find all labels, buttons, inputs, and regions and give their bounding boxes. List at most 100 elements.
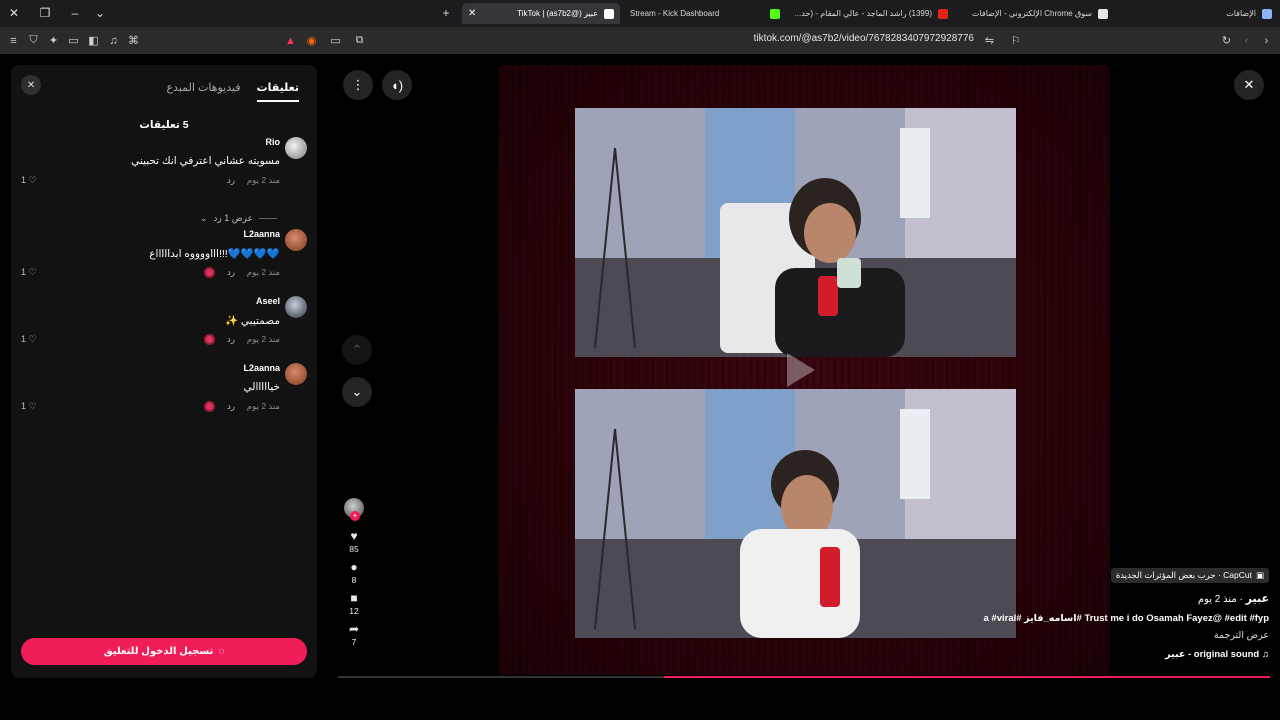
like-count[interactable]: 1 ♡ (21, 175, 37, 186)
browser-toolbar: ≡ ⛉ ✦ ▭ ◧ ♫ ⌘ ▲ ◉ ▭ ⧉ tiktok.com/@as7b2/… (0, 27, 1280, 54)
comment-username[interactable]: L2aanna (243, 363, 280, 373)
comment-bubble-icon[interactable]: ● (350, 561, 357, 574)
video-caption: Trust me i do Osamah Fayez@ #edit #fyp #… (983, 613, 1270, 624)
comment-time: منذ 2 يوم (246, 175, 280, 185)
comment-meta: منذ 2 يوم رد (204, 334, 280, 345)
puzzle-icon[interactable]: ⌘ (126, 33, 141, 48)
tab-extensions[interactable]: الإضافات (1200, 3, 1278, 24)
creator-liked-icon (204, 401, 216, 412)
reply-button[interactable]: رد (227, 401, 235, 412)
see-translation-link[interactable]: عرض الترجمة (969, 630, 1269, 641)
address-bar[interactable]: tiktok.com/@as7b2/video/7678283407972928… (754, 33, 974, 44)
comment-username[interactable]: Rio (266, 137, 281, 147)
author-name[interactable]: عبير (1246, 593, 1269, 605)
shield-icon[interactable]: ⛉ (26, 33, 41, 48)
back-icon[interactable]: ‹ (1239, 33, 1254, 48)
bookmark-icon[interactable]: ■ (350, 592, 357, 605)
heart-icon[interactable]: ♡ (29, 175, 37, 185)
close-window-icon[interactable]: ✕ (6, 5, 22, 21)
tab-tiktok[interactable]: عبير (@as7b2) | TikTok ✕ (462, 3, 620, 24)
avatar[interactable] (285, 363, 307, 385)
share-arrow-icon[interactable]: ➦ (349, 623, 359, 636)
close-tab-icon[interactable]: ✕ (468, 8, 476, 19)
heart-icon[interactable]: ♥ (350, 530, 357, 543)
login-button-label: تسجيل الدخول للتعليق (103, 646, 214, 657)
video-frame-top (575, 108, 1016, 357)
like-number: 1 (21, 267, 27, 277)
avatar[interactable] (285, 229, 307, 251)
site-settings-icon[interactable]: ⇋ (982, 33, 997, 48)
menu-icon[interactable]: ≡ (6, 33, 21, 48)
like-number: 1 (21, 401, 27, 411)
tab-chrome-store[interactable]: سوق Chrome الإلكتروني - الإضافات (964, 3, 1114, 24)
comment-username[interactable]: Aseel (256, 296, 280, 306)
heart-icon[interactable]: ♡ (29, 334, 37, 344)
comment-meta: منذ 2 يوم رد (204, 401, 280, 412)
comment-username[interactable]: L2aanna (243, 229, 280, 239)
like-count[interactable]: 1 ♡ (21, 401, 37, 412)
tab-youtube[interactable]: (1399) راشد الماجد - عالي المقام - (حد..… (764, 3, 954, 24)
comment-meta: منذ 2 يوم رد (204, 267, 280, 278)
view-replies-button[interactable]: عرض 1 رد ⌄ (200, 213, 277, 224)
reply-button[interactable]: رد (227, 334, 235, 345)
tab-comments[interactable]: تعليقات (256, 81, 299, 102)
reply-button[interactable]: رد (227, 175, 235, 186)
new-tab-icon[interactable]: + (438, 5, 454, 21)
speaker-icon: ◖) (390, 77, 404, 93)
extension-puzzle-icon[interactable]: ✦ (46, 33, 61, 48)
sidebar-icon[interactable]: ◧ (86, 33, 101, 48)
cast-icon[interactable]: ▭ (328, 33, 343, 48)
video-progress-fill (664, 676, 1270, 678)
chat-bubble-icon: ◌ (218, 646, 225, 657)
previous-video-button[interactable]: ⌃ (342, 335, 372, 365)
sound-link[interactable]: ♫ original sound - عبير (969, 649, 1269, 660)
play-icon[interactable] (787, 353, 815, 387)
like-count[interactable]: 1 ♡ (21, 334, 37, 345)
like-count[interactable]: 1 ♡ (21, 267, 37, 278)
tab-creator-videos[interactable]: فيديوهات المبدع (166, 81, 240, 102)
comment-count: 5 تعليقات (139, 119, 189, 131)
close-video-button[interactable]: ✕ (1234, 70, 1264, 100)
action-bar: + ♥ 85 ● 8 ■ 12 ➦ 7 (341, 498, 367, 647)
capcut-badge[interactable]: ▣ CapCut · جرب بعض المؤثرات الجديدة (1110, 568, 1269, 583)
login-to-comment-button[interactable]: ◌ تسجيل الدخول للتعليق (21, 638, 307, 665)
comment-meta: منذ 2 يوم رد (227, 175, 280, 186)
more-options-button[interactable]: ⋮ (343, 70, 373, 100)
heart-icon[interactable]: ♡ (29, 267, 37, 277)
tab-strip: ✕ ❐ – ⌄ + عبير (@as7b2) | TikTok ✕ Strea… (0, 0, 1280, 27)
restore-window-icon[interactable]: ❐ (37, 5, 53, 21)
youtube-favicon-icon (938, 8, 948, 19)
view-replies-label: عرض 1 رد (213, 213, 253, 223)
video-progress-bar[interactable] (338, 676, 1270, 678)
capcut-label: CapCut · جرب بعض المؤثرات الجديدة (1115, 570, 1252, 580)
author-avatar[interactable]: + (344, 498, 364, 521)
avatar[interactable] (285, 296, 307, 318)
brave-shields-icon[interactable]: ◉ (304, 33, 319, 48)
brave-rewards-icon[interactable]: ▲ (283, 33, 298, 48)
avatar[interactable] (285, 137, 307, 159)
panel-tabs: تعليقات فيديوهات المبدع (166, 81, 299, 102)
heart-icon[interactable]: ♡ (29, 401, 37, 411)
reload-icon[interactable]: ↻ (1219, 33, 1234, 48)
wallet-icon[interactable]: ▭ (66, 33, 81, 48)
comment-time: منذ 2 يوم (246, 334, 280, 344)
creator-liked-icon (204, 334, 216, 345)
comment-text: خيااااالي (243, 381, 280, 393)
forward-icon[interactable]: › (1259, 33, 1274, 48)
music-icon[interactable]: ♫ (106, 33, 121, 48)
screenshot-icon[interactable]: ⧉ (352, 33, 367, 48)
comment-text: مصمتيبي ✨ (224, 315, 280, 327)
volume-button[interactable]: ◖) (382, 70, 412, 100)
comment-total: 8 (351, 575, 357, 585)
tab-label: الإضافات (1226, 9, 1256, 18)
tab-kick[interactable]: Stream - Kick Dashboard (624, 3, 759, 24)
next-video-button[interactable]: ⌄ (342, 377, 372, 407)
follow-plus-icon[interactable]: + (350, 511, 360, 521)
tab-label: Stream - Kick Dashboard (630, 9, 720, 18)
chevron-down-icon: ⌄ (199, 213, 208, 223)
minimize-window-icon[interactable]: – (67, 5, 83, 21)
close-panel-icon[interactable]: ✕ (21, 75, 41, 95)
bookmark-icon[interactable]: ⚐ (1008, 33, 1023, 48)
reply-button[interactable]: رد (227, 267, 235, 278)
tab-search-chevron-icon[interactable]: ⌄ (92, 5, 108, 21)
